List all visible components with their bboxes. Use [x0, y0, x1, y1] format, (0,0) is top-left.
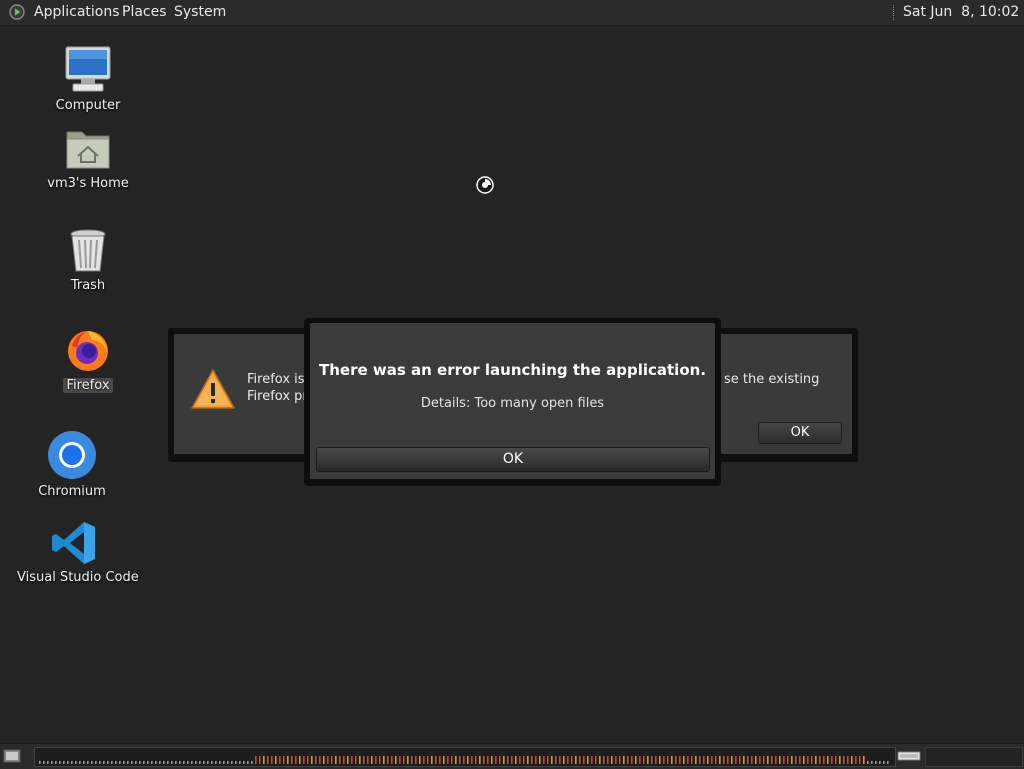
- menu-system[interactable]: System: [174, 0, 226, 25]
- desktop-icon-label: Visual Studio Code: [17, 570, 139, 585]
- vscode-icon: [52, 522, 95, 564]
- dialog-message-line1: Firefox is: [247, 372, 305, 387]
- desktop-icon-label: Chromium: [38, 484, 106, 499]
- workspace-area[interactable]: [925, 747, 1023, 767]
- workspace-activity-strip[interactable]: [34, 747, 896, 767]
- desktop-icon-vscode[interactable]: Visual Studio Code: [14, 520, 139, 585]
- trash-icon: [70, 229, 106, 272]
- workspace-switcher-icon[interactable]: [897, 750, 921, 762]
- desktop-icon-trash[interactable]: Trash: [48, 228, 128, 293]
- busy-cursor-icon: [476, 176, 494, 194]
- clock[interactable]: Sat Jun 8, 10:02 PM: [903, 0, 1024, 25]
- dialog-body: There was an error launching the applica…: [310, 323, 715, 479]
- error-details: Details: Too many open files: [420, 396, 605, 411]
- ok-button[interactable]: OK: [316, 447, 710, 472]
- desktop-icon-label: Computer: [55, 98, 121, 113]
- dialog-message-line1-tail: se the existing: [724, 372, 820, 387]
- menu-applications[interactable]: Applications: [34, 0, 120, 25]
- top-panel: Applications Places System Sat Jun 8, 10…: [0, 0, 1024, 26]
- desktop-icon-label: vm3's Home: [47, 176, 129, 191]
- home-folder-icon: [66, 131, 110, 169]
- desktop-icon-computer[interactable]: Computer: [48, 44, 128, 113]
- ok-button[interactable]: OK: [758, 422, 842, 444]
- dialog-message-line2: Firefox pr: [247, 389, 308, 404]
- desktop-icon-home[interactable]: vm3's Home: [44, 126, 132, 191]
- computer-icon: [65, 46, 111, 92]
- error-dialog: There was an error launching the applica…: [304, 318, 721, 486]
- desktop-icon-label: Firefox: [63, 378, 113, 393]
- warning-icon: [191, 369, 235, 409]
- desktop-icon-chromium[interactable]: Chromium: [32, 430, 112, 499]
- desktop-icon-firefox[interactable]: Firefox: [48, 326, 128, 393]
- chromium-icon: [48, 431, 96, 479]
- bottom-panel: [0, 743, 1024, 769]
- menu-places[interactable]: Places: [122, 0, 167, 25]
- panel-separator: [893, 5, 896, 20]
- applications-menu-icon[interactable]: [9, 4, 25, 20]
- desktop-icon-label: Trash: [70, 278, 106, 293]
- show-desktop-icon[interactable]: [3, 748, 21, 764]
- error-title: There was an error launching the applica…: [318, 361, 707, 379]
- firefox-icon: [68, 331, 108, 371]
